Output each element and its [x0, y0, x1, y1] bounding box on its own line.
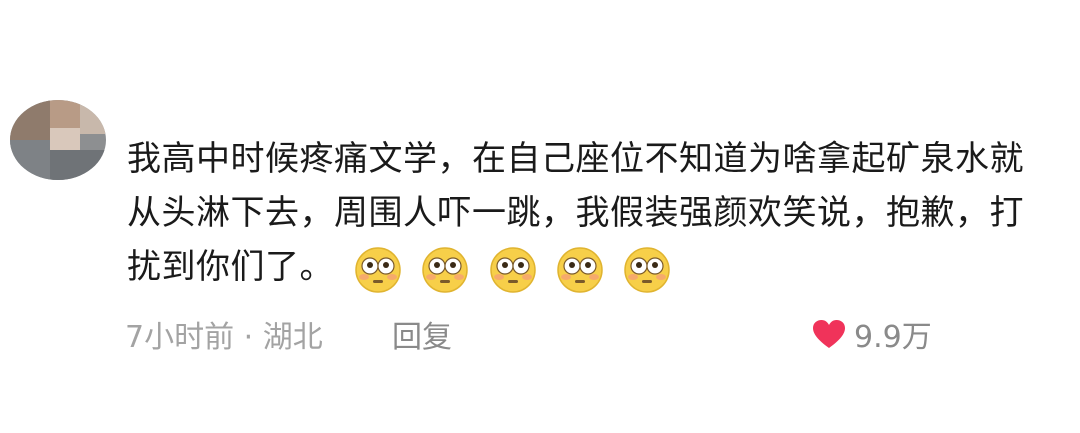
comment-meta: 7小时前 · 湖北	[125, 320, 323, 355]
flushed-face-icon	[422, 247, 469, 293]
reply-button[interactable]: 回复	[392, 312, 452, 356]
comment-body: 我高中时候疼痛文学，在自己座位不知道为啥拿起矿泉水就从头淋下去，周围人吓一跳，我…	[127, 132, 1047, 296]
heart-icon	[813, 320, 845, 348]
flushed-face-icon	[557, 247, 603, 293]
avatar[interactable]	[10, 100, 106, 180]
emoji-group	[354, 242, 679, 296]
flushed-face-icon	[624, 247, 670, 293]
like-button[interactable]: 9.9万	[812, 312, 932, 356]
flushed-face-icon	[489, 247, 536, 293]
like-count: 9.9万	[854, 320, 932, 355]
flushed-face-icon	[355, 247, 401, 293]
comment-item: 我高中时候疼痛文学，在自己座位不知道为啥拿起矿泉水就从头淋下去，周围人吓一跳，我…	[0, 0, 1080, 433]
